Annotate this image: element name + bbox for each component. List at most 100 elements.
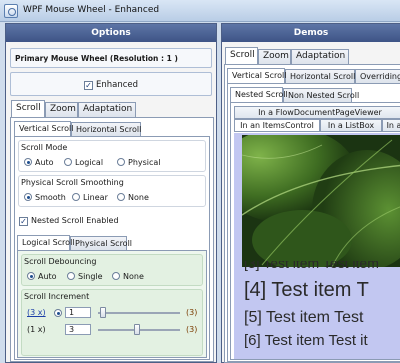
smoothing-smooth[interactable]: Smooth [24,193,66,202]
options-panel: Options Primary Mouse Wheel (Resolution … [5,23,217,363]
options-tab-body: Vertical Scroll Horizontal Scroll Scroll… [10,117,214,362]
demo-tab-non-nested-label: Non Nested Scroll [288,91,360,100]
tab-scroll[interactable]: Scroll [11,100,45,117]
smoothing-smooth-label: Smooth [35,193,66,202]
demo-tab-non-nested[interactable]: Non Nested Scroll [283,88,359,102]
subtab-horizontal-scroll[interactable]: Horizontal Scroll [71,122,141,136]
debouncing-auto[interactable]: Auto [27,272,57,281]
tab-adaptation[interactable]: Adaptation [78,102,136,117]
demo-tab-scroll[interactable]: Scroll [225,47,258,64]
smoothing-group: Physical Scroll Smoothing Smooth Linear … [18,175,206,207]
nested-scroll-label: Nested Scroll Enabled [31,216,119,225]
smoothing-none[interactable]: None [117,193,149,202]
app-icon [4,4,18,18]
enhanced-checkbox[interactable]: ✓ Enhanced [84,80,138,90]
increment-row1-input[interactable]: 1 [65,307,91,318]
demos-panel: Demos Scroll Zoom Adaptation Vertical Sc… [221,23,400,363]
list-item: [5] Test item Test [244,309,364,326]
scroll-mode-auto[interactable]: Auto [24,158,54,167]
tab-physical-label: Physical Scroll [75,239,133,248]
smoothing-title: Physical Scroll Smoothing [21,178,124,187]
smoothing-linear-label: Linear [83,193,108,202]
check-icon: ✓ [84,81,93,90]
scroll-mode-auto-label: Auto [35,158,54,167]
demo-subtab-vertical[interactable]: Vertical Scroll [227,68,287,83]
increment-row1-radio[interactable] [54,309,62,317]
list-item: [3] Test item Test item [244,261,379,271]
radio-icon [24,158,32,166]
increment-row1-readout: (3) [186,308,198,317]
tab-adaptation-label: Adaptation [83,104,133,114]
list-item: [6] Test item Test it [244,332,368,349]
subtab-vertical-label: Vertical Scroll [19,124,74,133]
logical-scroll-body: Scroll Debouncing Auto Single None Scrol… [17,250,207,358]
window-title: WPF Mouse Wheel - Enhanced [23,5,160,15]
demo-tab-nested[interactable]: Nested Scroll [230,87,288,102]
smoothing-linear[interactable]: Linear [72,193,108,202]
smoothing-none-label: None [128,193,149,202]
demo-vertical-body: Nested Scroll Non Nested Scroll In a Flo… [227,83,400,362]
leaf-photo-graphic [242,135,400,267]
vertical-scroll-body: Scroll Mode Auto Logical Physical Physic… [14,136,210,360]
tab-scroll-label: Scroll [16,103,41,113]
title-bar: WPF Mouse Wheel - Enhanced [0,0,400,22]
increment-row1-link[interactable]: (3 x) [27,308,46,317]
list-item: [4] Test item T [244,279,369,301]
radio-icon [72,193,80,201]
enhanced-label: Enhanced [96,80,139,90]
radio-icon [117,158,125,166]
demo-subtab-horizontal-label: Horizontal Scroll [290,72,356,81]
demo-subtab-overriding[interactable]: Overriding [355,69,400,83]
scroll-mode-title: Scroll Mode [21,143,68,152]
radio-icon [112,272,120,280]
radio-icon [67,272,75,280]
increment-row2-input[interactable]: 3 [65,324,91,335]
radio-icon [64,158,72,166]
nested-scroll-body: In a FlowDocumentPageViewer In an ItemsC… [230,102,400,360]
demo-subtab-horizontal[interactable]: Horizontal Scroll [285,69,355,83]
demo-tab-nested-label: Nested Scroll [235,90,288,99]
increment-group: Scroll Increment (3 x) 1 (3) (1 x) 3 (3) [21,289,203,356]
demo-tab-zoom[interactable]: Zoom [258,49,291,64]
enhanced-box: ✓ Enhanced [10,72,212,96]
debouncing-group: Scroll Debouncing Auto Single None [21,254,203,286]
radio-icon [27,272,35,280]
scroll-mode-logical-label: Logical [75,158,104,167]
debouncing-title: Scroll Debouncing [24,257,97,266]
radio-icon [24,193,32,201]
tab-logical-label: Logical Scroll [22,238,75,247]
pill-more[interactable]: In a [382,119,400,132]
primary-wheel-label: Primary Mouse Wheel (Resolution : 1 ) [15,54,178,63]
debouncing-none-label: None [123,272,144,281]
debouncing-single-label: Single [78,272,103,281]
increment-row1-slider-thumb[interactable] [100,307,106,318]
subtab-vertical-scroll[interactable]: Vertical Scroll [14,121,74,136]
items-control-content: [3] Test item Test item [4] Test item T … [234,133,400,359]
tab-zoom-label: Zoom [50,104,76,114]
debouncing-none[interactable]: None [112,272,144,281]
demo-tab-zoom-label: Zoom [263,51,289,61]
scroll-mode-logical[interactable]: Logical [64,158,103,167]
options-header: Options [6,24,216,42]
nested-scroll-checkbox[interactable]: ✓ Nested Scroll Enabled [19,216,119,226]
tab-zoom[interactable]: Zoom [45,102,78,117]
demos-header: Demos [222,24,400,42]
pill-itemscontrol[interactable]: In an ItemsControl [234,119,320,132]
increment-row1-slider-track[interactable] [98,312,180,314]
pill-flowdocument-viewer[interactable]: In a FlowDocumentPageViewer [234,106,400,119]
pill-listbox[interactable]: In a ListBox [320,119,382,132]
demo-subtab-vertical-label: Vertical Scroll [232,71,287,80]
scroll-mode-physical[interactable]: Physical [117,158,161,167]
demo-tab-adaptation[interactable]: Adaptation [291,49,349,64]
tab-physical-scroll[interactable]: Physical Scroll [70,236,132,250]
debouncing-auto-label: Auto [38,272,57,281]
demo-tab-adaptation-label: Adaptation [296,51,346,61]
increment-row2-label: (1 x) [27,325,46,334]
increment-row2-slider-thumb[interactable] [134,324,141,335]
primary-wheel-box: Primary Mouse Wheel (Resolution : 1 ) [10,48,212,68]
tab-logical-scroll[interactable]: Logical Scroll [17,235,75,250]
demo-subtab-overriding-label: Overriding [360,72,400,81]
check-icon: ✓ [19,217,28,226]
radio-icon [117,193,125,201]
debouncing-single[interactable]: Single [67,272,103,281]
